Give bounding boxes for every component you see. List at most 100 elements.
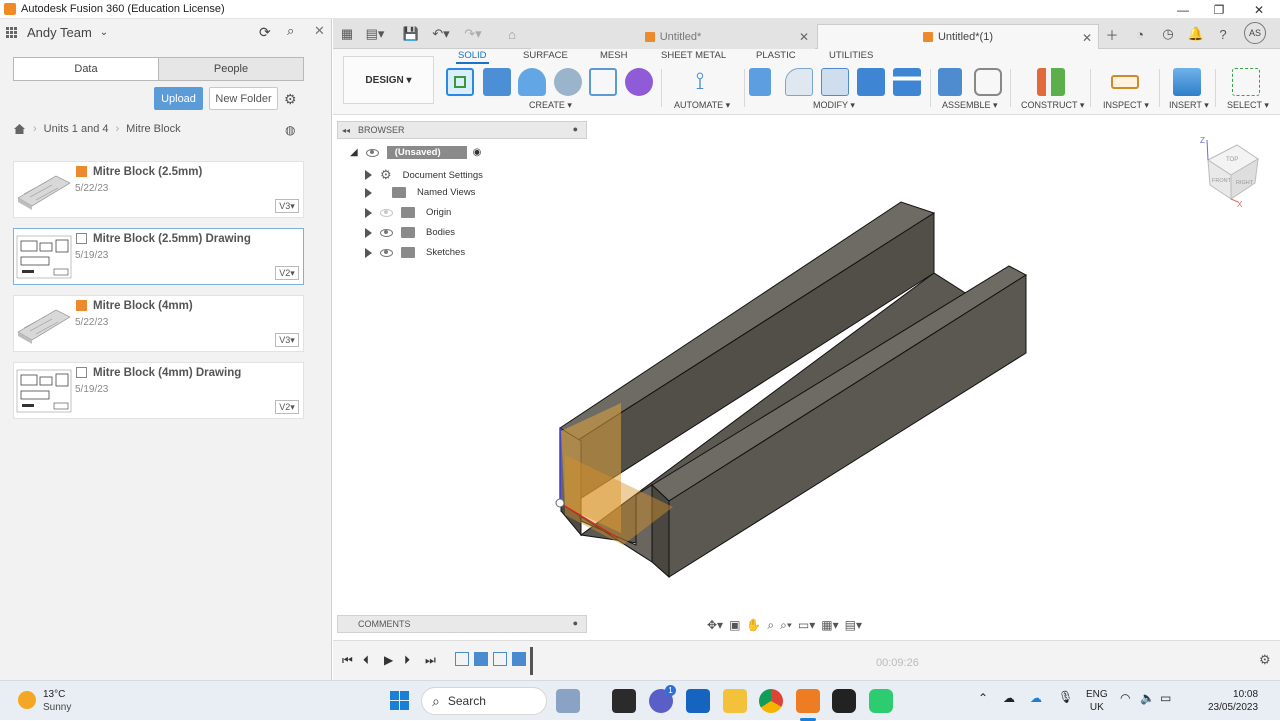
onedrive-icon[interactable]: ☁ (1030, 692, 1042, 705)
version-dropdown[interactable]: V3 ▾ (275, 333, 299, 347)
tab-surface[interactable]: SURFACE (523, 50, 568, 61)
clock[interactable]: 10:08 23/05/2023 (1208, 688, 1258, 714)
expand-icon[interactable] (365, 187, 372, 198)
expand-icon[interactable] (365, 247, 372, 258)
fit-icon[interactable]: ⌕▾ (780, 618, 792, 633)
select-icon[interactable] (1232, 68, 1260, 96)
extrude-feature-icon[interactable] (512, 652, 526, 666)
file-menu-icon[interactable]: ▤▾ (366, 25, 385, 43)
tab-untitled[interactable]: Untitled* ✕ (531, 24, 815, 49)
visibility-eye-icon[interactable] (380, 228, 393, 237)
fusion-taskbar-icon[interactable] (796, 689, 820, 713)
modify-menu[interactable]: MODIFY ▾ (813, 100, 855, 111)
browser-root[interactable]: ◢ (Unsaved) ◉ (350, 146, 481, 159)
tree-item-origin[interactable]: Origin (365, 207, 451, 218)
view-cube[interactable]: TOP FRONT RIGHT Z X (1200, 136, 1259, 209)
tab-untitled-1[interactable]: Untitled*(1) ✕ (817, 24, 1099, 49)
version-dropdown[interactable]: V3 ▾ (275, 199, 299, 213)
form-icon[interactable] (625, 68, 653, 96)
version-dropdown[interactable]: V2 ▾ (275, 266, 299, 280)
pattern-icon[interactable] (589, 68, 617, 96)
language-indicator[interactable]: ENG UK (1086, 688, 1108, 714)
expand-icon[interactable] (365, 170, 372, 180)
home-icon[interactable]: ⌂ (503, 25, 521, 43)
gear-icon[interactable]: ⚙ (284, 91, 297, 108)
split-body-icon[interactable] (893, 68, 921, 96)
notifications-icon[interactable]: 🔔 (1187, 25, 1205, 43)
chevron-up-icon[interactable]: ⌃ (978, 692, 988, 705)
file-card[interactable]: Mitre Block (4mm) Drawing 5/19/23 V2 ▾ (13, 362, 304, 419)
apps-grid-icon[interactable] (6, 27, 17, 38)
globe-icon[interactable]: ◍ (285, 123, 295, 137)
volume-icon[interactable]: 🔈 (1140, 692, 1155, 705)
file-card[interactable]: Mitre Block (2.5mm) Drawing 5/19/23 V2 ▾ (13, 228, 304, 285)
home-icon[interactable] (13, 123, 26, 135)
joint-icon[interactable] (974, 68, 1002, 96)
version-dropdown[interactable]: V2 ▾ (275, 400, 299, 414)
maximize-button[interactable]: ❐ (1199, 0, 1239, 19)
teams-chat-icon[interactable]: 1 (649, 685, 676, 713)
taskbar-search[interactable]: ⌕ Search (421, 687, 547, 715)
obs-icon[interactable] (832, 689, 856, 713)
file-card[interactable]: Mitre Block (2.5mm) 5/22/23 V3 ▾ (13, 161, 304, 218)
new-folder-button[interactable]: New Folder (209, 87, 278, 110)
display-settings-icon[interactable]: ▭▾ (798, 618, 815, 632)
timeline-settings-icon[interactable]: ⚙ (1259, 652, 1271, 668)
file-explorer-icon[interactable] (723, 689, 747, 713)
tab-mesh[interactable]: MESH (600, 50, 627, 61)
workspace-switcher[interactable]: DESIGN ▾ (343, 56, 434, 104)
breadcrumb-units[interactable]: Units 1 and 4 (44, 123, 109, 135)
close-tab-icon[interactable]: ✕ (799, 30, 809, 44)
breadcrumb-mitre-block[interactable]: Mitre Block (126, 123, 180, 135)
play-icon[interactable]: ▶ (384, 653, 393, 667)
close-panel-icon[interactable]: ✕ (314, 23, 325, 39)
minimize-button[interactable]: — (1163, 0, 1203, 19)
undo-icon[interactable]: ↶▾ (432, 25, 450, 43)
add-comment-icon[interactable]: ● (573, 618, 578, 628)
first-step-icon[interactable]: ⏮ (342, 653, 353, 668)
automate-icon[interactable]: ⟟ (686, 68, 714, 96)
weather-temp[interactable]: 13°C (43, 688, 65, 701)
visibility-eye-icon[interactable] (365, 148, 379, 157)
assemble-menu[interactable]: ASSEMBLE ▾ (942, 100, 998, 111)
tab-sheet-metal[interactable]: SHEET METAL (661, 50, 726, 61)
combine-icon[interactable] (857, 68, 885, 96)
u-channel-body[interactable] (555, 201, 1027, 579)
extensions-icon[interactable]: ◔ (1131, 25, 1149, 43)
task-view-icon[interactable] (612, 689, 636, 713)
close-window-button[interactable]: ✕ (1239, 0, 1279, 19)
expand-icon[interactable] (365, 227, 372, 238)
extrude-feature-icon[interactable] (474, 652, 488, 666)
pan-icon[interactable]: ✋ (746, 618, 761, 632)
new-component-icon[interactable] (938, 68, 962, 96)
team-name[interactable]: Andy Team (27, 25, 92, 40)
refresh-icon[interactable]: ⟳ (259, 24, 271, 41)
tab-data[interactable]: Data (14, 58, 158, 80)
press-pull-icon[interactable] (749, 68, 771, 96)
extrude-icon[interactable] (483, 68, 511, 96)
fillet-icon[interactable] (785, 68, 813, 96)
chrome-icon[interactable] (759, 689, 783, 713)
active-component-icon[interactable]: ◉ (473, 147, 482, 158)
tree-item-document-settings[interactable]: ⚙ Document Settings (365, 167, 483, 183)
widgets-icon[interactable] (556, 689, 580, 713)
zoom-icon[interactable]: ⌕ (767, 618, 774, 633)
file-card[interactable]: Mitre Block (4mm) 5/22/23 V3 ▾ (13, 295, 304, 352)
insert-menu[interactable]: INSERT ▾ (1169, 100, 1209, 111)
tab-utilities[interactable]: UTILITIES (829, 50, 873, 61)
select-menu[interactable]: SELECT ▾ (1227, 100, 1269, 111)
save-icon[interactable]: 💾 (402, 25, 420, 43)
last-step-icon[interactable]: ⏭ (425, 653, 436, 668)
collapse-triangle-icon[interactable]: ◢ (350, 147, 358, 158)
automate-menu[interactable]: AUTOMATE ▾ (674, 100, 730, 111)
weather-desc[interactable]: Sunny (43, 701, 71, 714)
offset-plane-icon[interactable] (1037, 68, 1065, 96)
create-menu[interactable]: CREATE ▾ (529, 100, 572, 111)
comments-panel-header[interactable]: COMMENTS ● (337, 615, 587, 633)
timeline-marker[interactable] (530, 647, 533, 675)
collapse-browser-icon[interactable]: ◂◂ (342, 126, 350, 135)
sketch-feature-icon[interactable] (455, 652, 469, 666)
screen-recorder-icon[interactable] (869, 689, 893, 713)
tab-people[interactable]: People (158, 58, 303, 80)
look-at-icon[interactable]: ▣ (729, 618, 740, 632)
